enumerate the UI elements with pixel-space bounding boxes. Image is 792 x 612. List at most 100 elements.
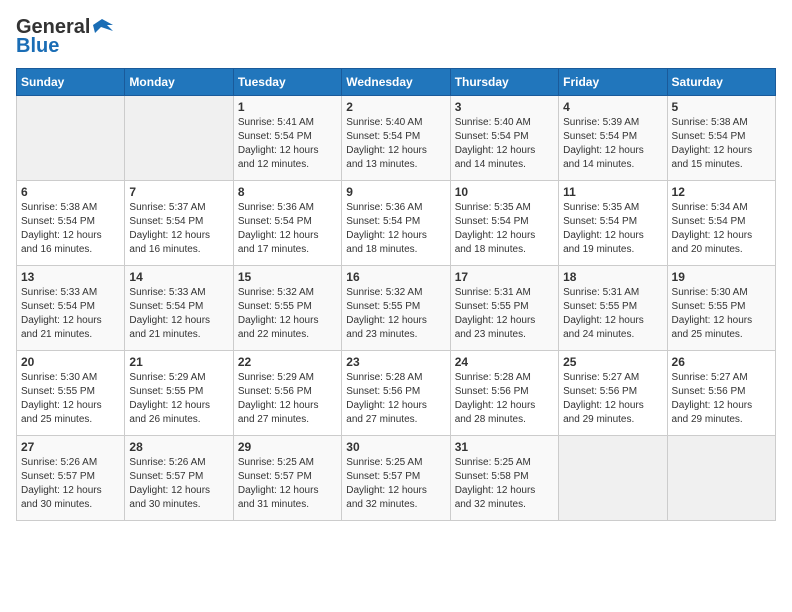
calendar-cell: 1 Sunrise: 5:41 AM Sunset: 5:54 PM Daylig… — [233, 96, 341, 181]
calendar-cell: 16Sunrise: 5:32 AM Sunset: 5:55 PM Dayli… — [342, 266, 450, 351]
day-number: 25 — [563, 355, 662, 369]
day-info: Sunrise: 5:27 AM Sunset: 5:56 PM Dayligh… — [563, 371, 662, 427]
day-number: 20 — [21, 355, 120, 369]
logo: General Blue — [16, 16, 114, 58]
day-info: Sunrise: 5:29 AM Sunset: 5:55 PM Dayligh… — [129, 371, 228, 427]
day-info: Sunrise: 5:32 AM Sunset: 5:55 PM Dayligh… — [238, 286, 337, 342]
day-info: Sunrise: 5:27 AM Sunset: 5:56 PM Dayligh… — [672, 371, 771, 427]
calendar-table: SundayMondayTuesdayWednesdayThursdayFrid… — [16, 68, 776, 521]
day-info: Sunrise: 5:41 AM Sunset: 5:54 PM Dayligh… — [238, 116, 337, 172]
header: General Blue — [16, 16, 776, 58]
day-info: Sunrise: 5:30 AM Sunset: 5:55 PM Dayligh… — [672, 286, 771, 342]
calendar-cell — [125, 96, 233, 181]
calendar-cell: 15 Sunrise: 5:32 AM Sunset: 5:55 PM Dayli… — [233, 266, 341, 351]
day-info: Sunrise: 5:30 AM Sunset: 5:55 PM Dayligh… — [21, 371, 120, 427]
day-number: 12 — [672, 185, 771, 199]
day-number: 1 — [238, 100, 337, 114]
day-number: 8 — [238, 185, 337, 199]
calendar-cell — [559, 436, 667, 521]
calendar-cell — [17, 96, 125, 181]
day-number: 22 — [238, 355, 337, 369]
day-info: Sunrise: 5:35 AM Sunset: 5:54 PM Dayligh… — [563, 201, 662, 257]
day-number: 15 — [238, 270, 337, 284]
calendar-header-row: SundayMondayTuesdayWednesdayThursdayFrid… — [17, 69, 776, 96]
header-day-sunday: Sunday — [17, 69, 125, 96]
calendar-cell: 9 Sunrise: 5:36 AM Sunset: 5:54 PM Daylig… — [342, 181, 450, 266]
calendar-cell: 6 Sunrise: 5:38 AM Sunset: 5:54 PM Daylig… — [17, 181, 125, 266]
day-info: Sunrise: 5:26 AM Sunset: 5:57 PM Dayligh… — [129, 456, 228, 512]
day-number: 11 — [563, 185, 662, 199]
calendar-cell: 22 Sunrise: 5:29 AM Sunset: 5:56 PM Dayli… — [233, 351, 341, 436]
calendar-cell: 30 Sunrise: 5:25 AM Sunset: 5:57 PM Dayli… — [342, 436, 450, 521]
day-number: 2 — [346, 100, 445, 114]
calendar-cell: 23 Sunrise: 5:28 AM Sunset: 5:56 PM Dayli… — [342, 351, 450, 436]
day-number: 14 — [129, 270, 228, 284]
day-info: Sunrise: 5:39 AM Sunset: 5:54 PM Dayligh… — [563, 116, 662, 172]
day-number: 23 — [346, 355, 445, 369]
header-day-wednesday: Wednesday — [342, 69, 450, 96]
calendar-cell: 12 Sunrise: 5:34 AM Sunset: 5:54 PM Dayli… — [667, 181, 775, 266]
calendar-week-2: 6 Sunrise: 5:38 AM Sunset: 5:54 PM Daylig… — [17, 181, 776, 266]
calendar-cell: 2Sunrise: 5:40 AM Sunset: 5:54 PM Daylig… — [342, 96, 450, 181]
calendar-cell: 21 Sunrise: 5:29 AM Sunset: 5:55 PM Dayli… — [125, 351, 233, 436]
calendar-body: 1 Sunrise: 5:41 AM Sunset: 5:54 PM Daylig… — [17, 96, 776, 521]
calendar-cell: 11 Sunrise: 5:35 AM Sunset: 5:54 PM Dayli… — [559, 181, 667, 266]
calendar-cell: 29 Sunrise: 5:25 AM Sunset: 5:57 PM Dayli… — [233, 436, 341, 521]
day-number: 31 — [455, 440, 554, 454]
calendar-cell: 14 Sunrise: 5:33 AM Sunset: 5:54 PM Dayli… — [125, 266, 233, 351]
day-number: 19 — [672, 270, 771, 284]
header-day-thursday: Thursday — [450, 69, 558, 96]
day-number: 28 — [129, 440, 228, 454]
calendar-week-5: 27Sunrise: 5:26 AM Sunset: 5:57 PM Dayli… — [17, 436, 776, 521]
day-info: Sunrise: 5:38 AM Sunset: 5:54 PM Dayligh… — [21, 201, 120, 257]
day-info: Sunrise: 5:36 AM Sunset: 5:54 PM Dayligh… — [346, 201, 445, 257]
day-info: Sunrise: 5:33 AM Sunset: 5:54 PM Dayligh… — [21, 286, 120, 342]
calendar-cell: 25 Sunrise: 5:27 AM Sunset: 5:56 PM Dayli… — [559, 351, 667, 436]
day-info: Sunrise: 5:28 AM Sunset: 5:56 PM Dayligh… — [346, 371, 445, 427]
day-info: Sunrise: 5:25 AM Sunset: 5:57 PM Dayligh… — [238, 456, 337, 512]
day-number: 3 — [455, 100, 554, 114]
day-number: 26 — [672, 355, 771, 369]
calendar-cell: 7 Sunrise: 5:37 AM Sunset: 5:54 PM Daylig… — [125, 181, 233, 266]
day-info: Sunrise: 5:38 AM Sunset: 5:54 PM Dayligh… — [672, 116, 771, 172]
day-info: Sunrise: 5:31 AM Sunset: 5:55 PM Dayligh… — [563, 286, 662, 342]
day-info: Sunrise: 5:34 AM Sunset: 5:54 PM Dayligh… — [672, 201, 771, 257]
calendar-cell: 10Sunrise: 5:35 AM Sunset: 5:54 PM Dayli… — [450, 181, 558, 266]
day-number: 18 — [563, 270, 662, 284]
logo-blue: Blue — [16, 35, 59, 58]
calendar-cell: 8Sunrise: 5:36 AM Sunset: 5:54 PM Daylig… — [233, 181, 341, 266]
day-info: Sunrise: 5:26 AM Sunset: 5:57 PM Dayligh… — [21, 456, 120, 512]
calendar-week-1: 1 Sunrise: 5:41 AM Sunset: 5:54 PM Daylig… — [17, 96, 776, 181]
header-day-monday: Monday — [125, 69, 233, 96]
header-day-saturday: Saturday — [667, 69, 775, 96]
day-info: Sunrise: 5:37 AM Sunset: 5:54 PM Dayligh… — [129, 201, 228, 257]
day-info: Sunrise: 5:31 AM Sunset: 5:55 PM Dayligh… — [455, 286, 554, 342]
header-day-tuesday: Tuesday — [233, 69, 341, 96]
calendar-cell: 27Sunrise: 5:26 AM Sunset: 5:57 PM Dayli… — [17, 436, 125, 521]
calendar-cell: 3Sunrise: 5:40 AM Sunset: 5:54 PM Daylig… — [450, 96, 558, 181]
calendar-week-4: 20 Sunrise: 5:30 AM Sunset: 5:55 PM Dayli… — [17, 351, 776, 436]
day-info: Sunrise: 5:25 AM Sunset: 5:57 PM Dayligh… — [346, 456, 445, 512]
day-number: 7 — [129, 185, 228, 199]
day-number: 4 — [563, 100, 662, 114]
day-number: 30 — [346, 440, 445, 454]
header-day-friday: Friday — [559, 69, 667, 96]
day-number: 17 — [455, 270, 554, 284]
day-info: Sunrise: 5:25 AM Sunset: 5:58 PM Dayligh… — [455, 456, 554, 512]
calendar-cell: 18 Sunrise: 5:31 AM Sunset: 5:55 PM Dayli… — [559, 266, 667, 351]
calendar-cell: 4 Sunrise: 5:39 AM Sunset: 5:54 PM Daylig… — [559, 96, 667, 181]
day-number: 9 — [346, 185, 445, 199]
day-number: 21 — [129, 355, 228, 369]
calendar-cell: 24Sunrise: 5:28 AM Sunset: 5:56 PM Dayli… — [450, 351, 558, 436]
day-number: 6 — [21, 185, 120, 199]
calendar-cell: 26 Sunrise: 5:27 AM Sunset: 5:56 PM Dayli… — [667, 351, 775, 436]
calendar-cell: 20 Sunrise: 5:30 AM Sunset: 5:55 PM Dayli… — [17, 351, 125, 436]
day-number: 16 — [346, 270, 445, 284]
day-info: Sunrise: 5:29 AM Sunset: 5:56 PM Dayligh… — [238, 371, 337, 427]
day-info: Sunrise: 5:35 AM Sunset: 5:54 PM Dayligh… — [455, 201, 554, 257]
day-info: Sunrise: 5:33 AM Sunset: 5:54 PM Dayligh… — [129, 286, 228, 342]
calendar-week-3: 13Sunrise: 5:33 AM Sunset: 5:54 PM Dayli… — [17, 266, 776, 351]
calendar-cell: 17 Sunrise: 5:31 AM Sunset: 5:55 PM Dayli… — [450, 266, 558, 351]
day-number: 29 — [238, 440, 337, 454]
day-info: Sunrise: 5:28 AM Sunset: 5:56 PM Dayligh… — [455, 371, 554, 427]
